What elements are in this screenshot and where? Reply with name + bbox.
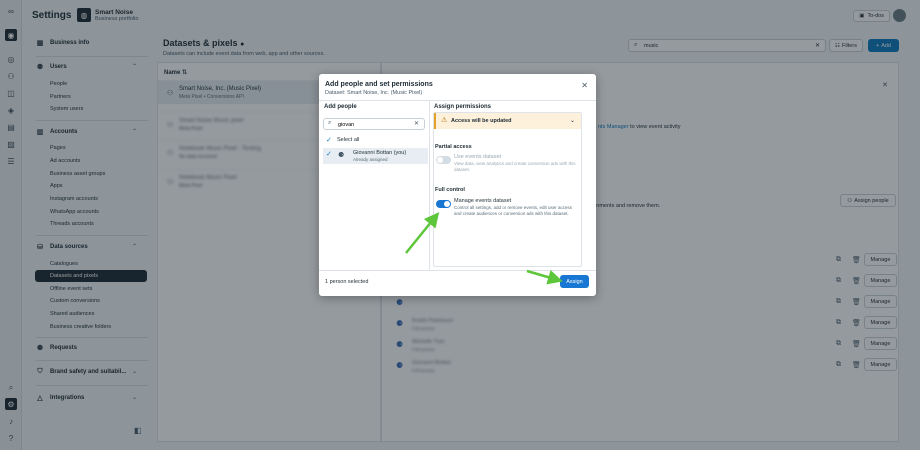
option-desc: View data, view analytics and create con… (454, 161, 576, 172)
clear-icon[interactable]: ✕ (414, 120, 419, 127)
divider (429, 100, 430, 270)
divider (319, 270, 596, 271)
select-all-label: Select all (337, 137, 360, 143)
warning-text: Access will be updated (451, 118, 512, 124)
add-people-heading: Add people (324, 104, 357, 110)
add-people-modal: Add people and set permissions Dataset: … (319, 74, 596, 296)
checkmark-icon: ✓ (326, 137, 332, 144)
option-desc: Control all settings, add or remove even… (454, 205, 573, 216)
person-name: Giovanni Bottan (you) (353, 150, 407, 156)
people-search-field[interactable] (338, 120, 408, 129)
toggle-knob (444, 201, 450, 207)
person-status: Already assigned (353, 157, 388, 162)
person-icon: ⚈ (338, 152, 345, 159)
selected-count: 1 person selected (325, 279, 369, 285)
manage-events-toggle[interactable] (436, 200, 451, 208)
close-icon[interactable]: ✕ (581, 81, 588, 90)
assign-permissions-heading: Assign permissions (434, 104, 492, 110)
modal-subtitle: Dataset: Smart Noise, Inc. (Music Pixel) (325, 90, 423, 96)
permissions-box: ⚠ Access will be updated ⌄ Partial acces… (433, 112, 582, 267)
warning-icon: ⚠ (441, 117, 448, 124)
chevron-down-icon: ⌄ (569, 118, 575, 124)
option-name: Manage events dataset (454, 198, 512, 204)
option-name: Use events dataset (454, 154, 502, 160)
divider (319, 100, 596, 101)
assign-button[interactable]: Assign (560, 275, 589, 288)
checkmark-icon: ✓ (326, 151, 332, 158)
partial-access-heading: Partial access (435, 144, 472, 150)
people-search-input[interactable]: ⌕ ✕ (323, 118, 425, 130)
person-option[interactable]: ✓ ⚈ Giovanni Bottan (you) Already assign… (323, 148, 428, 164)
full-control-heading: Full control (435, 187, 465, 193)
search-icon: ⌕ (328, 120, 332, 126)
access-warning-dropdown[interactable]: ⚠ Access will be updated ⌄ (434, 113, 581, 129)
select-all-checkbox[interactable]: ✓ Select all (323, 134, 425, 146)
toggle-knob (437, 157, 443, 163)
modal-title: Add people and set permissions (325, 81, 433, 88)
use-events-toggle[interactable] (436, 156, 451, 164)
